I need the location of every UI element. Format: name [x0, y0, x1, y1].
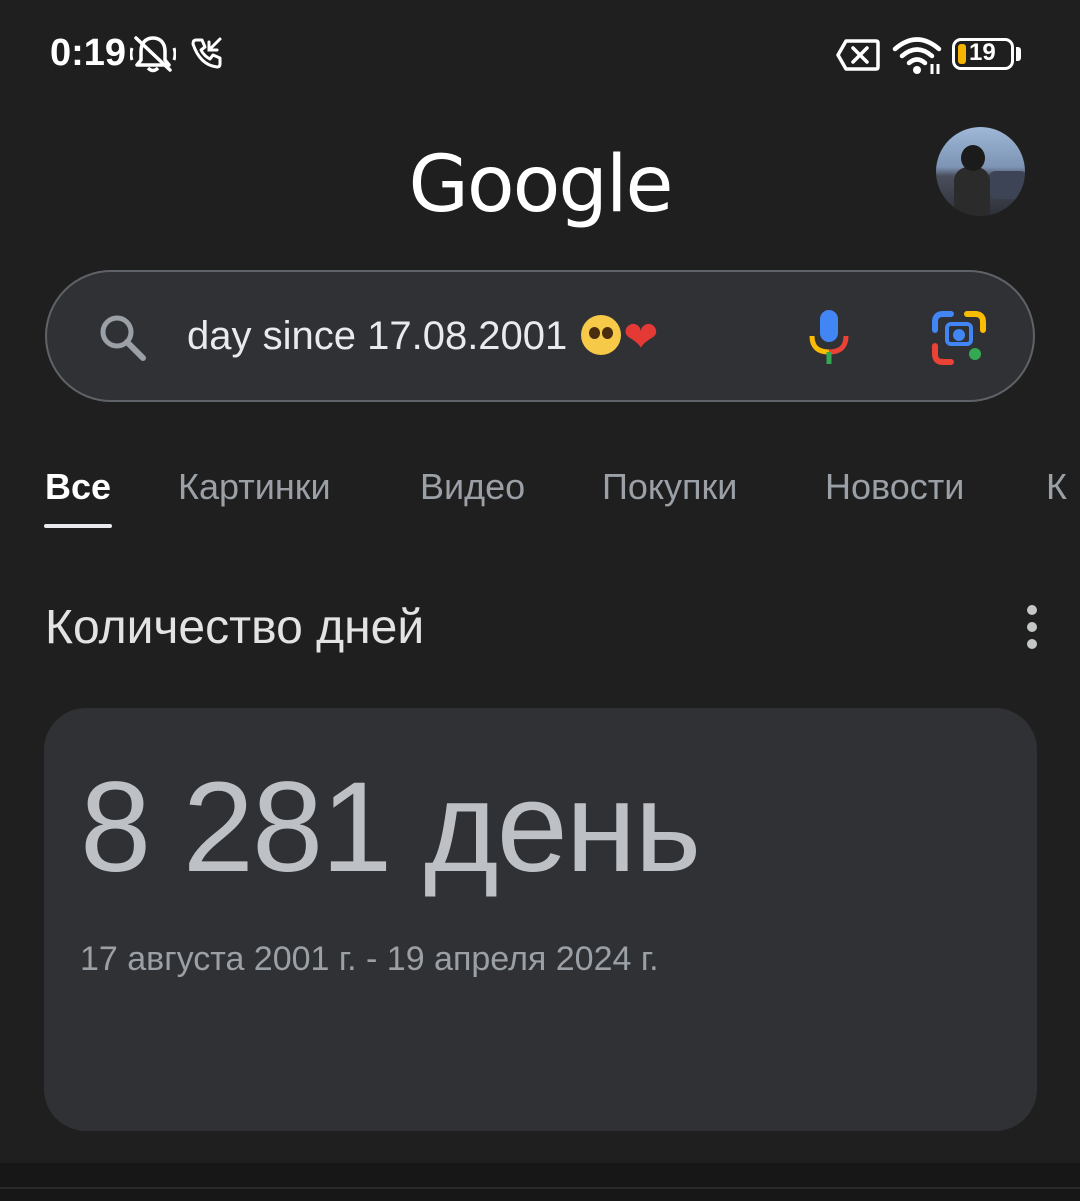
status-time: 0:19 [50, 32, 127, 74]
battery-nub [1016, 47, 1021, 61]
bottom-divider [0, 1163, 1080, 1201]
no-sim-icon [836, 39, 880, 71]
search-icon[interactable] [97, 312, 149, 364]
search-query-text: day since 17.08.2001 [187, 314, 568, 358]
google-lens-icon[interactable] [931, 310, 987, 366]
missed-call-icon [191, 37, 222, 69]
tab-news[interactable]: Новости [825, 466, 964, 508]
result-title: Количество дней [45, 601, 425, 654]
google-logo[interactable]: Google [0, 140, 1080, 230]
wifi-icon [892, 37, 942, 74]
date-range: 17 августа 2001 г. - 19 апреля 2024 г. [80, 940, 659, 978]
mute-icon [130, 36, 176, 73]
battery-icon: 19 [952, 38, 1014, 70]
pleading-face-emoji [581, 315, 622, 355]
more-options-icon[interactable] [1022, 604, 1042, 652]
tab-video[interactable]: Видео [420, 466, 525, 508]
broken-heart-emoji: ❤ [623, 313, 659, 360]
status-bar: 0:19 19 [0, 0, 1080, 110]
search-input[interactable]: day since 17.08.2001 ❤ [187, 312, 659, 361]
avatar-person-body [954, 167, 990, 216]
avatar-car [988, 171, 1025, 199]
search-box[interactable]: day since 17.08.2001 ❤ [45, 270, 1035, 402]
avatar-person-head [961, 145, 985, 171]
tab-more-partial[interactable]: К [1046, 466, 1067, 508]
tab-shopping[interactable]: Покупки [602, 466, 737, 508]
active-tab-indicator [44, 524, 112, 528]
days-result-card: 8 281 день 17 августа 2001 г. - 19 апрел… [44, 708, 1037, 1131]
screen: 0:19 19 Google day since 17.08.2001 ❤ Вс… [0, 0, 1080, 1201]
search-tabs: Все Картинки Видео Покупки Новости К [0, 460, 1080, 550]
battery-level: 19 [969, 39, 996, 66]
tab-images[interactable]: Картинки [178, 466, 331, 508]
user-avatar[interactable] [936, 127, 1025, 216]
battery-fill [958, 44, 966, 64]
tab-all[interactable]: Все [45, 466, 111, 508]
mic-icon[interactable] [807, 308, 851, 368]
days-count: 8 281 день [80, 756, 701, 899]
